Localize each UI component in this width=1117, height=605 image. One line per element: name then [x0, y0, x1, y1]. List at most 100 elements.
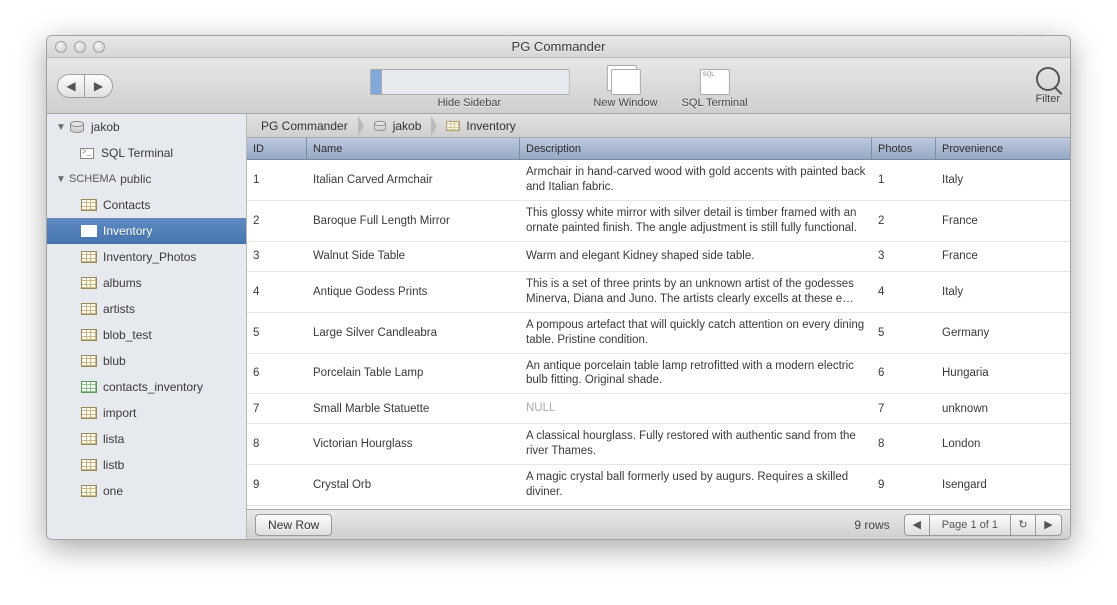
sidebar-table-item[interactable]: listb [47, 452, 246, 478]
cell-description[interactable]: A pompous artefact that will quickly cat… [520, 313, 872, 353]
disclosure-triangle-icon[interactable]: ▼ [55, 122, 67, 133]
new-window-button[interactable]: New Window [593, 65, 657, 109]
db-node[interactable]: ▼ jakob [47, 114, 246, 140]
cell-provenience[interactable]: Isengard [936, 474, 1070, 496]
new-row-button[interactable]: New Row [255, 514, 332, 536]
cell-name[interactable]: Crystal Orb [307, 474, 520, 496]
sidebar-table-item[interactable]: one [47, 478, 246, 504]
cell-description[interactable]: Armchair in hand-carved wood with gold a… [520, 160, 872, 200]
cell-name[interactable]: Small Marble Statuette [307, 398, 520, 420]
table-row[interactable]: 2Baroque Full Length MirrorThis glossy w… [247, 201, 1070, 242]
cell-provenience[interactable]: France [936, 245, 1070, 267]
sql-terminal-label: SQL Terminal [682, 97, 748, 109]
sidebar-table-label: Contacts [103, 198, 150, 212]
cell-provenience[interactable]: Italy [936, 169, 1070, 191]
column-header-name[interactable]: Name [307, 138, 520, 159]
table-row[interactable]: 3Walnut Side TableWarm and elegant Kidne… [247, 242, 1070, 272]
cell-photos[interactable]: 1 [872, 169, 936, 191]
cell-photos[interactable]: 6 [872, 362, 936, 384]
cell-id[interactable]: 3 [247, 245, 307, 267]
schema-node[interactable]: ▼ SCHEMA public [47, 166, 246, 192]
cell-photos[interactable]: 2 [872, 210, 936, 232]
cell-photos[interactable]: 7 [872, 398, 936, 420]
cell-id[interactable]: 5 [247, 322, 307, 344]
sidebar-table-item[interactable]: lista [47, 426, 246, 452]
cell-description[interactable]: This is a set of three prints by an unkn… [520, 272, 872, 312]
cell-name[interactable]: Porcelain Table Lamp [307, 362, 520, 384]
cell-name[interactable]: Antique Godess Prints [307, 281, 520, 303]
table-row[interactable]: 6Porcelain Table LampAn antique porcelai… [247, 354, 1070, 395]
cell-id[interactable]: 2 [247, 210, 307, 232]
sidebar-table-item[interactable]: Inventory_Photos [47, 244, 246, 270]
disclosure-triangle-icon[interactable]: ▼ [55, 174, 67, 185]
nav-forward-button[interactable]: ▶ [85, 74, 113, 98]
sidebar-table-item[interactable]: albums [47, 270, 246, 296]
table-icon [81, 303, 97, 315]
table-row[interactable]: 1Italian Carved ArmchairArmchair in hand… [247, 160, 1070, 201]
cell-description[interactable]: This glossy white mirror with silver det… [520, 201, 872, 241]
table-body[interactable]: 1Italian Carved ArmchairArmchair in hand… [247, 160, 1070, 509]
sidebar-table-item[interactable]: import [47, 400, 246, 426]
db-label: jakob [91, 120, 120, 134]
hide-sidebar-button[interactable]: Hide Sidebar [369, 69, 569, 109]
cell-provenience[interactable]: London [936, 433, 1070, 455]
table-row[interactable]: 8Victorian HourglassA classical hourglas… [247, 424, 1070, 465]
table-row[interactable]: 4Antique Godess PrintsThis is a set of t… [247, 272, 1070, 313]
cell-description[interactable]: An antique porcelain table lamp retrofit… [520, 354, 872, 394]
cell-description[interactable]: A classical hourglass. Fully restored wi… [520, 424, 872, 464]
column-header-photos[interactable]: Photos [872, 138, 936, 159]
table-row[interactable]: 7Small Marble StatuetteNULL7unknown [247, 394, 1070, 424]
cell-photos[interactable]: 3 [872, 245, 936, 267]
sql-terminal-node[interactable]: SQL Terminal [47, 140, 246, 166]
breadcrumb-root[interactable]: PG Commander [247, 114, 358, 137]
sidebar-table-item[interactable]: blob_test [47, 322, 246, 348]
cell-id[interactable]: 7 [247, 398, 307, 420]
cell-id[interactable]: 9 [247, 474, 307, 496]
sidebar-table-item[interactable]: contacts_inventory [47, 374, 246, 400]
cell-id[interactable]: 6 [247, 362, 307, 384]
cell-name[interactable]: Italian Carved Armchair [307, 169, 520, 191]
cell-name[interactable]: Walnut Side Table [307, 245, 520, 267]
cell-description[interactable]: NULL [520, 396, 872, 421]
sidebar-table-item[interactable]: Contacts [47, 192, 246, 218]
column-header-id[interactable]: ID [247, 138, 307, 159]
sidebar-table-item[interactable]: artists [47, 296, 246, 322]
cell-name[interactable]: Large Silver Candleabra [307, 322, 520, 344]
table-icon [81, 277, 97, 289]
nav-back-button[interactable]: ◀ [57, 74, 85, 98]
breadcrumb-table[interactable]: Inventory [431, 114, 525, 137]
cell-photos[interactable]: 8 [872, 433, 936, 455]
cell-provenience[interactable]: Hungaria [936, 362, 1070, 384]
cell-id[interactable]: 4 [247, 281, 307, 303]
sidebar-table-label: artists [103, 302, 135, 316]
cell-provenience[interactable]: Italy [936, 281, 1070, 303]
cell-photos[interactable]: 5 [872, 322, 936, 344]
table-row[interactable]: 5Large Silver CandleabraA pompous artefa… [247, 313, 1070, 354]
cell-description[interactable]: A magic crystal ball formerly used by au… [520, 465, 872, 505]
cell-provenience[interactable]: unknown [936, 398, 1070, 420]
table-row[interactable]: 9Crystal OrbA magic crystal ball formerl… [247, 465, 1070, 506]
cell-name[interactable]: Victorian Hourglass [307, 433, 520, 455]
cell-name[interactable]: Baroque Full Length Mirror [307, 210, 520, 232]
database-icon [70, 121, 84, 133]
sql-terminal-button[interactable]: SQL Terminal [682, 69, 748, 109]
sidebar-table-item[interactable]: Inventory [47, 218, 246, 244]
cell-id[interactable]: 1 [247, 169, 307, 191]
next-page-button[interactable]: ▶ [1036, 514, 1062, 536]
cell-id[interactable]: 8 [247, 433, 307, 455]
cell-photos[interactable]: 9 [872, 474, 936, 496]
cell-provenience[interactable]: Germany [936, 322, 1070, 344]
cell-description[interactable]: Warm and elegant Kidney shaped side tabl… [520, 244, 872, 269]
prev-page-button[interactable]: ◀ [904, 514, 930, 536]
sidebar-table-label: Inventory [103, 224, 152, 238]
sidebar-table-item[interactable]: blub [47, 348, 246, 374]
cell-photos[interactable]: 4 [872, 281, 936, 303]
breadcrumb-db[interactable]: jakob [358, 114, 432, 137]
column-header-provenience[interactable]: Provenience [936, 138, 1070, 159]
column-header-description[interactable]: Description [520, 138, 872, 159]
new-window-icon [610, 69, 640, 95]
table-icon [81, 485, 97, 497]
filter-button[interactable]: Filter [1036, 67, 1060, 105]
reload-button[interactable]: ↻ [1010, 514, 1036, 536]
cell-provenience[interactable]: France [936, 210, 1070, 232]
